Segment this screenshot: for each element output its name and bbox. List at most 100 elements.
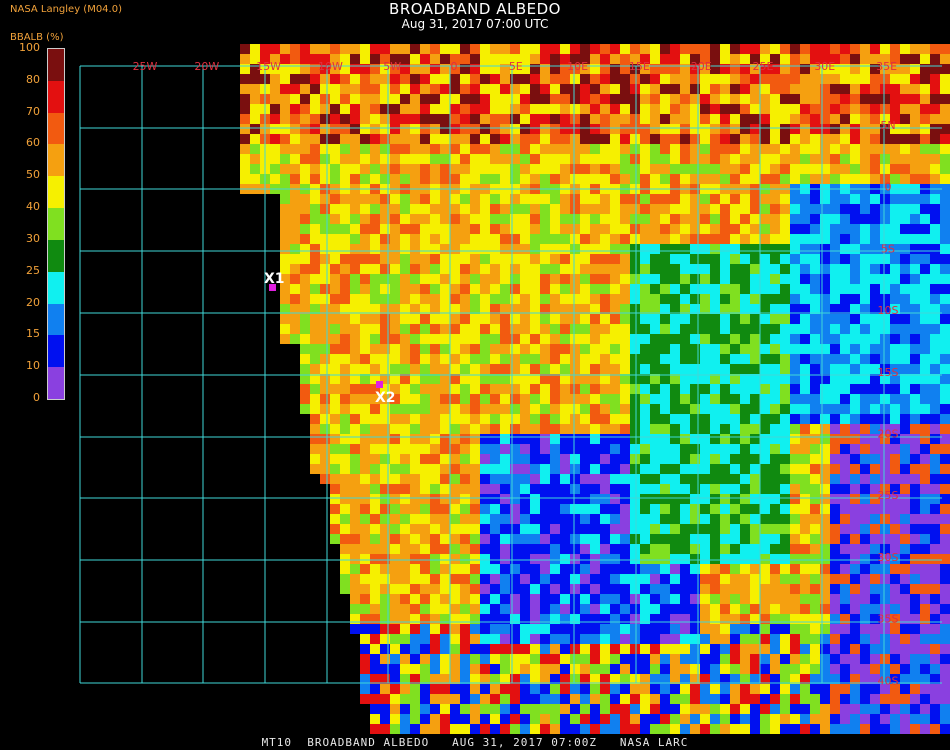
- albedo-cell: [330, 274, 340, 284]
- albedo-cell: [620, 694, 630, 704]
- albedo-cell: [870, 344, 880, 354]
- albedo-cell: [410, 414, 420, 424]
- albedo-cell: [500, 354, 510, 364]
- albedo-cell: [890, 104, 900, 114]
- albedo-cell: [400, 394, 410, 404]
- albedo-cell: [650, 574, 660, 584]
- albedo-cell: [550, 484, 560, 494]
- albedo-cell: [750, 314, 760, 324]
- albedo-cell: [710, 524, 720, 534]
- albedo-cell: [640, 474, 650, 484]
- albedo-cell: [780, 214, 790, 224]
- albedo-cell: [560, 444, 570, 454]
- albedo-cell: [810, 624, 820, 634]
- albedo-cell: [490, 454, 500, 464]
- albedo-cell: [740, 444, 750, 454]
- albedo-cell: [600, 584, 610, 594]
- albedo-cell: [780, 484, 790, 494]
- albedo-cell: [760, 74, 770, 84]
- albedo-cell: [350, 194, 360, 204]
- albedo-cell: [500, 404, 510, 414]
- albedo-cell: [740, 524, 750, 534]
- albedo-cell: [790, 624, 800, 634]
- albedo-cell: [640, 254, 650, 264]
- albedo-cell: [360, 524, 370, 534]
- albedo-cell: [440, 514, 450, 524]
- albedo-cell: [880, 724, 890, 734]
- albedo-cell: [680, 224, 690, 234]
- albedo-cell: [640, 154, 650, 164]
- albedo-cell: [310, 84, 320, 94]
- albedo-cell: [280, 144, 290, 154]
- albedo-cell: [490, 194, 500, 204]
- albedo-cell: [610, 274, 620, 284]
- albedo-cell: [880, 694, 890, 704]
- albedo-cell: [530, 114, 540, 124]
- albedo-cell: [550, 134, 560, 144]
- albedo-cell: [940, 394, 950, 404]
- albedo-cell: [660, 484, 670, 494]
- albedo-cell: [670, 444, 680, 454]
- albedo-cell: [920, 484, 930, 494]
- albedo-cell: [630, 604, 640, 614]
- albedo-cell: [710, 294, 720, 304]
- albedo-cell: [350, 124, 360, 134]
- albedo-cell: [700, 144, 710, 154]
- albedo-cell: [440, 194, 450, 204]
- albedo-cell: [300, 204, 310, 214]
- albedo-cell: [750, 354, 760, 364]
- albedo-cell: [920, 214, 930, 224]
- albedo-cell: [670, 394, 680, 404]
- albedo-cell: [330, 474, 340, 484]
- albedo-cell: [880, 134, 890, 144]
- albedo-cell: [560, 84, 570, 94]
- albedo-cell: [560, 714, 570, 724]
- albedo-cell: [420, 164, 430, 174]
- albedo-cell: [370, 44, 380, 54]
- albedo-cell: [860, 654, 870, 664]
- albedo-cell: [880, 524, 890, 534]
- albedo-cell: [540, 574, 550, 584]
- albedo-cell: [680, 154, 690, 164]
- albedo-cell: [880, 504, 890, 514]
- albedo-cell: [910, 364, 920, 374]
- albedo-cell: [370, 94, 380, 104]
- albedo-cell: [840, 494, 850, 504]
- albedo-cell: [920, 664, 930, 674]
- albedo-cell: [900, 574, 910, 584]
- albedo-cell: [590, 194, 600, 204]
- albedo-cell: [810, 104, 820, 114]
- albedo-cell: [350, 174, 360, 184]
- albedo-cell: [410, 114, 420, 124]
- albedo-cell: [410, 464, 420, 474]
- albedo-cell: [580, 274, 590, 284]
- albedo-cell: [570, 474, 580, 484]
- albedo-cell: [890, 94, 900, 104]
- albedo-cell: [360, 94, 370, 104]
- albedo-cell: [840, 524, 850, 534]
- albedo-cell: [470, 94, 480, 104]
- albedo-cell: [860, 434, 870, 444]
- albedo-cell: [900, 544, 910, 554]
- albedo-cell: [830, 484, 840, 494]
- albedo-cell: [470, 324, 480, 334]
- albedo-cell: [440, 164, 450, 174]
- site-marker-label: X1: [264, 271, 285, 287]
- albedo-cell: [270, 114, 280, 124]
- albedo-cell: [460, 194, 470, 204]
- albedo-cell: [640, 694, 650, 704]
- albedo-cell: [640, 594, 650, 604]
- albedo-cell: [440, 204, 450, 214]
- albedo-cell: [930, 414, 940, 424]
- albedo-cell: [880, 564, 890, 574]
- albedo-cell: [640, 484, 650, 494]
- albedo-cell: [680, 354, 690, 364]
- albedo-cell: [580, 84, 590, 94]
- albedo-cell: [830, 224, 840, 234]
- albedo-cell: [800, 144, 810, 154]
- albedo-cell: [940, 624, 950, 634]
- albedo-cell: [670, 414, 680, 424]
- albedo-cell: [660, 144, 670, 154]
- albedo-cell: [650, 504, 660, 514]
- albedo-cell: [810, 224, 820, 234]
